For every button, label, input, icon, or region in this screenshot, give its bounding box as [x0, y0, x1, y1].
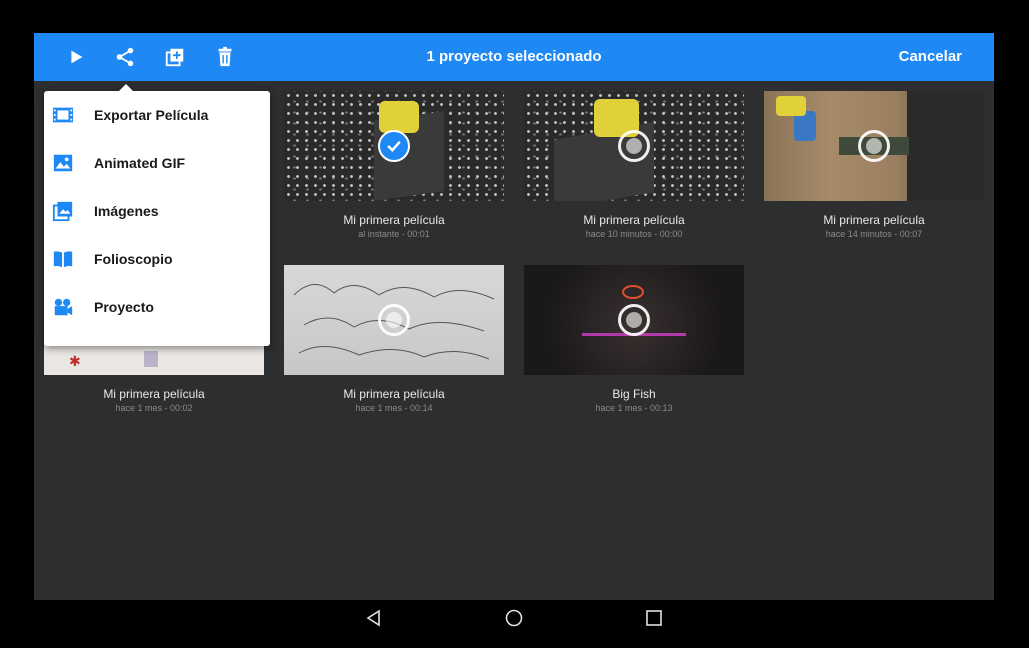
share-menu: Exportar Película Animated GIF Imágenes … — [44, 84, 270, 346]
project-card[interactable]: Mi primera película al instante - 00:01 — [284, 91, 504, 239]
system-navigation-bar — [0, 600, 1029, 648]
select-ring-icon[interactable] — [378, 304, 410, 336]
camera-icon — [52, 296, 74, 318]
select-ring-icon[interactable] — [858, 130, 890, 162]
project-thumbnail[interactable] — [524, 91, 744, 201]
project-thumbnail[interactable] — [524, 265, 744, 375]
cancel-button[interactable]: Cancelar — [899, 33, 962, 81]
project-thumbnail[interactable] — [284, 265, 504, 375]
menu-item-animated-gif[interactable]: Animated GIF — [44, 139, 270, 187]
project-title: Mi primera película — [103, 387, 205, 401]
app-screen: 1 proyecto seleccionado Cancelar Mi prim… — [34, 33, 994, 600]
project-title: Mi primera película — [343, 387, 445, 401]
fish-logo — [622, 285, 644, 299]
project-thumbnail[interactable] — [764, 91, 984, 201]
figure-yellow — [776, 96, 806, 116]
menu-item-flipbook[interactable]: Folioscopio — [44, 235, 270, 283]
select-ring-icon[interactable] — [618, 130, 650, 162]
project-title: Mi primera película — [343, 213, 445, 227]
selection-toolbar: 1 proyecto seleccionado Cancelar — [34, 33, 994, 81]
book-icon — [52, 248, 74, 270]
project-card[interactable]: Mi primera película hace 10 minutos - 00… — [524, 91, 744, 239]
selection-count-title: 1 proyecto seleccionado — [426, 48, 602, 65]
project-title: Mi primera película — [823, 213, 925, 227]
menu-item-images[interactable]: Imágenes — [44, 187, 270, 235]
project-meta: hace 1 mes - 00:02 — [115, 403, 193, 413]
image-icon — [52, 152, 74, 174]
project-card[interactable]: Big Fish hace 1 mes - 00:13 — [524, 265, 744, 413]
project-meta: hace 1 mes - 00:13 — [595, 403, 673, 413]
recents-icon[interactable] — [644, 608, 664, 628]
project-meta: al instante - 00:01 — [358, 229, 430, 239]
menu-item-label: Animated GIF — [94, 155, 186, 171]
sponge-figure — [379, 101, 419, 133]
menu-item-export-movie[interactable]: Exportar Película — [44, 91, 270, 139]
project-thumbnail[interactable] — [284, 91, 504, 201]
menu-item-label: Proyecto — [94, 299, 154, 315]
project-title: Big Fish — [612, 387, 656, 401]
menu-item-label: Exportar Película — [94, 107, 209, 123]
project-meta: hace 1 mes - 00:14 — [355, 403, 433, 413]
thumbnail-mark: ✱ — [69, 353, 81, 369]
project-meta: hace 14 minutos - 00:07 — [825, 229, 923, 239]
select-ring-icon[interactable] — [618, 304, 650, 336]
images-icon — [52, 200, 74, 222]
film-icon — [52, 104, 74, 126]
home-icon[interactable] — [504, 608, 524, 628]
project-meta: hace 10 minutos - 00:00 — [585, 229, 683, 239]
thumbnail-object — [144, 351, 158, 367]
menu-item-label: Folioscopio — [94, 251, 173, 267]
project-title: Mi primera película — [583, 213, 685, 227]
selected-check-icon[interactable] — [378, 130, 410, 162]
menu-item-label: Imágenes — [94, 203, 159, 219]
project-card[interactable]: Mi primera película hace 14 minutos - 00… — [764, 91, 984, 239]
back-icon[interactable] — [364, 608, 384, 628]
menu-item-project[interactable]: Proyecto — [44, 283, 270, 331]
project-card[interactable]: Mi primera película hace 1 mes - 00:14 — [284, 265, 504, 413]
